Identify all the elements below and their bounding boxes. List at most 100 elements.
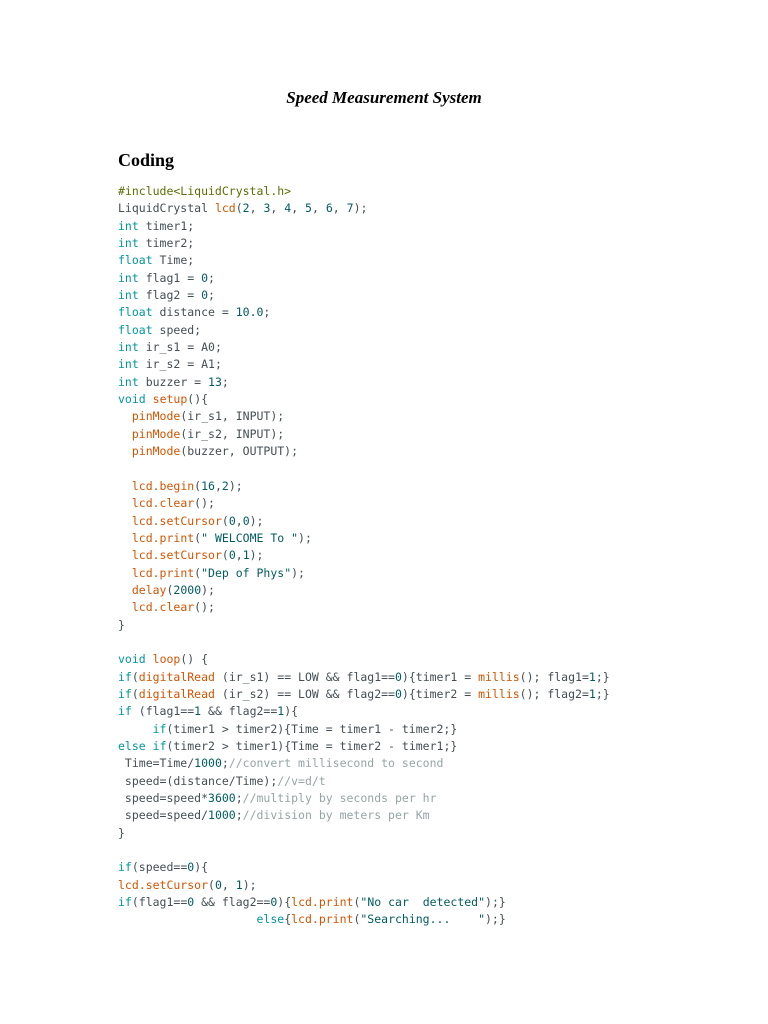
code-token: int xyxy=(118,270,139,285)
code-token: ( xyxy=(208,877,215,892)
code-token: digitalRead xyxy=(138,669,215,684)
code-token: } xyxy=(118,825,125,840)
code-line: if(timer1 > timer2){Time = timer1 - time… xyxy=(118,721,610,738)
code-token: millis xyxy=(478,669,520,684)
code-token: flag1 = xyxy=(138,270,202,285)
code-token: ;} xyxy=(595,686,610,701)
code-token: 0 xyxy=(201,288,209,303)
code-token: ); xyxy=(242,877,257,892)
code-token: ; xyxy=(221,374,229,389)
code-token: ); xyxy=(291,565,305,580)
code-token: " WELCOME To " xyxy=(201,530,299,545)
code-token: ){ xyxy=(284,704,299,719)
code-token: buzzer = xyxy=(138,374,209,389)
code-line: int timer1; xyxy=(118,218,610,235)
code-token: distance = xyxy=(152,305,236,320)
code-token: } xyxy=(118,617,125,632)
code-token: 1000 xyxy=(208,808,236,823)
code-token: void xyxy=(118,652,146,667)
code-token: (ir_s2) == LOW && flag2== xyxy=(214,686,395,701)
code-line: lcd.setCursor(0,0); xyxy=(118,513,610,530)
code-token: ( xyxy=(221,548,229,563)
code-token: lcd.print xyxy=(131,565,195,580)
code-token: 0 xyxy=(242,513,250,528)
code-line: } xyxy=(118,617,610,634)
code-token: lcd.print xyxy=(131,530,195,545)
code-token: 1 xyxy=(588,669,596,684)
code-token: , xyxy=(235,513,243,528)
code-line: lcd.begin(16,2); xyxy=(118,478,610,495)
code-line: void setup(){ xyxy=(118,391,610,408)
code-token: ); xyxy=(201,582,215,597)
code-token: #include<LiquidCrystal.h> xyxy=(118,184,292,198)
code-line: speed=speed/1000;//division by meters pe… xyxy=(118,807,610,824)
code-token: lcd.begin xyxy=(131,478,195,493)
code-token: ){timer2 = xyxy=(401,686,479,701)
code-token: lcd.setCursor xyxy=(118,877,209,892)
code-token: //division by meters per Km xyxy=(242,808,430,823)
code-token: 1 xyxy=(235,877,243,892)
code-token: digitalRead xyxy=(138,686,215,701)
code-token: (){ xyxy=(187,392,209,407)
code-token: if xyxy=(118,686,132,701)
code-token: ; xyxy=(235,791,243,806)
code-line: lcd.print("Dep of Phys"); xyxy=(118,565,610,582)
code-token: lcd.print xyxy=(291,895,354,910)
code-token: loop xyxy=(152,652,181,667)
code-token: ; xyxy=(235,808,243,823)
code-token: (timer1 > timer2){Time = timer1 - timer2… xyxy=(166,721,458,736)
code-line: pinMode(ir_s1, INPUT); xyxy=(118,408,610,425)
code-token: (); xyxy=(194,600,215,615)
code-token: 2 xyxy=(221,478,229,493)
code-token: Time=Time/ xyxy=(118,756,195,771)
code-token: && flag2== xyxy=(194,895,271,910)
code-line: float speed; xyxy=(118,322,610,339)
code-line: pinMode(ir_s2, INPUT); xyxy=(118,426,610,443)
code-line: lcd.setCursor(0, 1); xyxy=(118,877,610,894)
code-line: lcd.clear(); xyxy=(118,495,610,512)
code-line: Time=Time/1000;//convert millisecond to … xyxy=(118,755,610,772)
code-token: void xyxy=(118,392,146,407)
code-line: speed=speed*3600;//multiply by seconds p… xyxy=(118,790,610,807)
code-token: if xyxy=(118,895,132,910)
code-line: else if(timer2 > timer1){Time = timer2 -… xyxy=(118,738,610,755)
code-token: ; xyxy=(263,305,271,320)
code-token: speed=(distance/Time); xyxy=(118,773,278,788)
code-token: lcd xyxy=(214,201,236,216)
code-token: ;} xyxy=(595,669,610,684)
code-block: #include<LiquidCrystal.h> LiquidCrystal l… xyxy=(118,183,610,929)
code-line: #include<LiquidCrystal.h> xyxy=(118,183,610,200)
code-token: speed; xyxy=(152,322,202,337)
code-line: int flag2 = 0; xyxy=(118,287,610,304)
code-token: "Dep of Phys" xyxy=(201,565,292,580)
code-token: ; xyxy=(221,756,229,771)
code-token: flag2 = xyxy=(138,288,202,303)
section-heading: Coding xyxy=(118,150,175,170)
code-token: float xyxy=(118,322,153,337)
code-token: LiquidCrystal xyxy=(118,201,215,216)
code-token: ); xyxy=(353,201,368,216)
code-token: 2000 xyxy=(173,582,202,597)
code-line: if(digitalRead (ir_s2) == LOW && flag2==… xyxy=(118,686,610,703)
code-line: int ir_s2 = A1; xyxy=(118,356,610,373)
code-token: () { xyxy=(180,652,209,667)
code-token: 6 xyxy=(325,201,333,216)
code-token: );} xyxy=(485,912,506,927)
code-token: delay xyxy=(131,582,167,597)
code-token: //v=d/t xyxy=(277,773,326,788)
code-token: ; xyxy=(208,270,215,285)
code-line: speed=(distance/Time);//v=d/t xyxy=(118,773,610,790)
code-token: millis xyxy=(478,686,520,701)
code-token: speed=speed/ xyxy=(118,808,209,823)
code-token: 16 xyxy=(201,478,215,493)
